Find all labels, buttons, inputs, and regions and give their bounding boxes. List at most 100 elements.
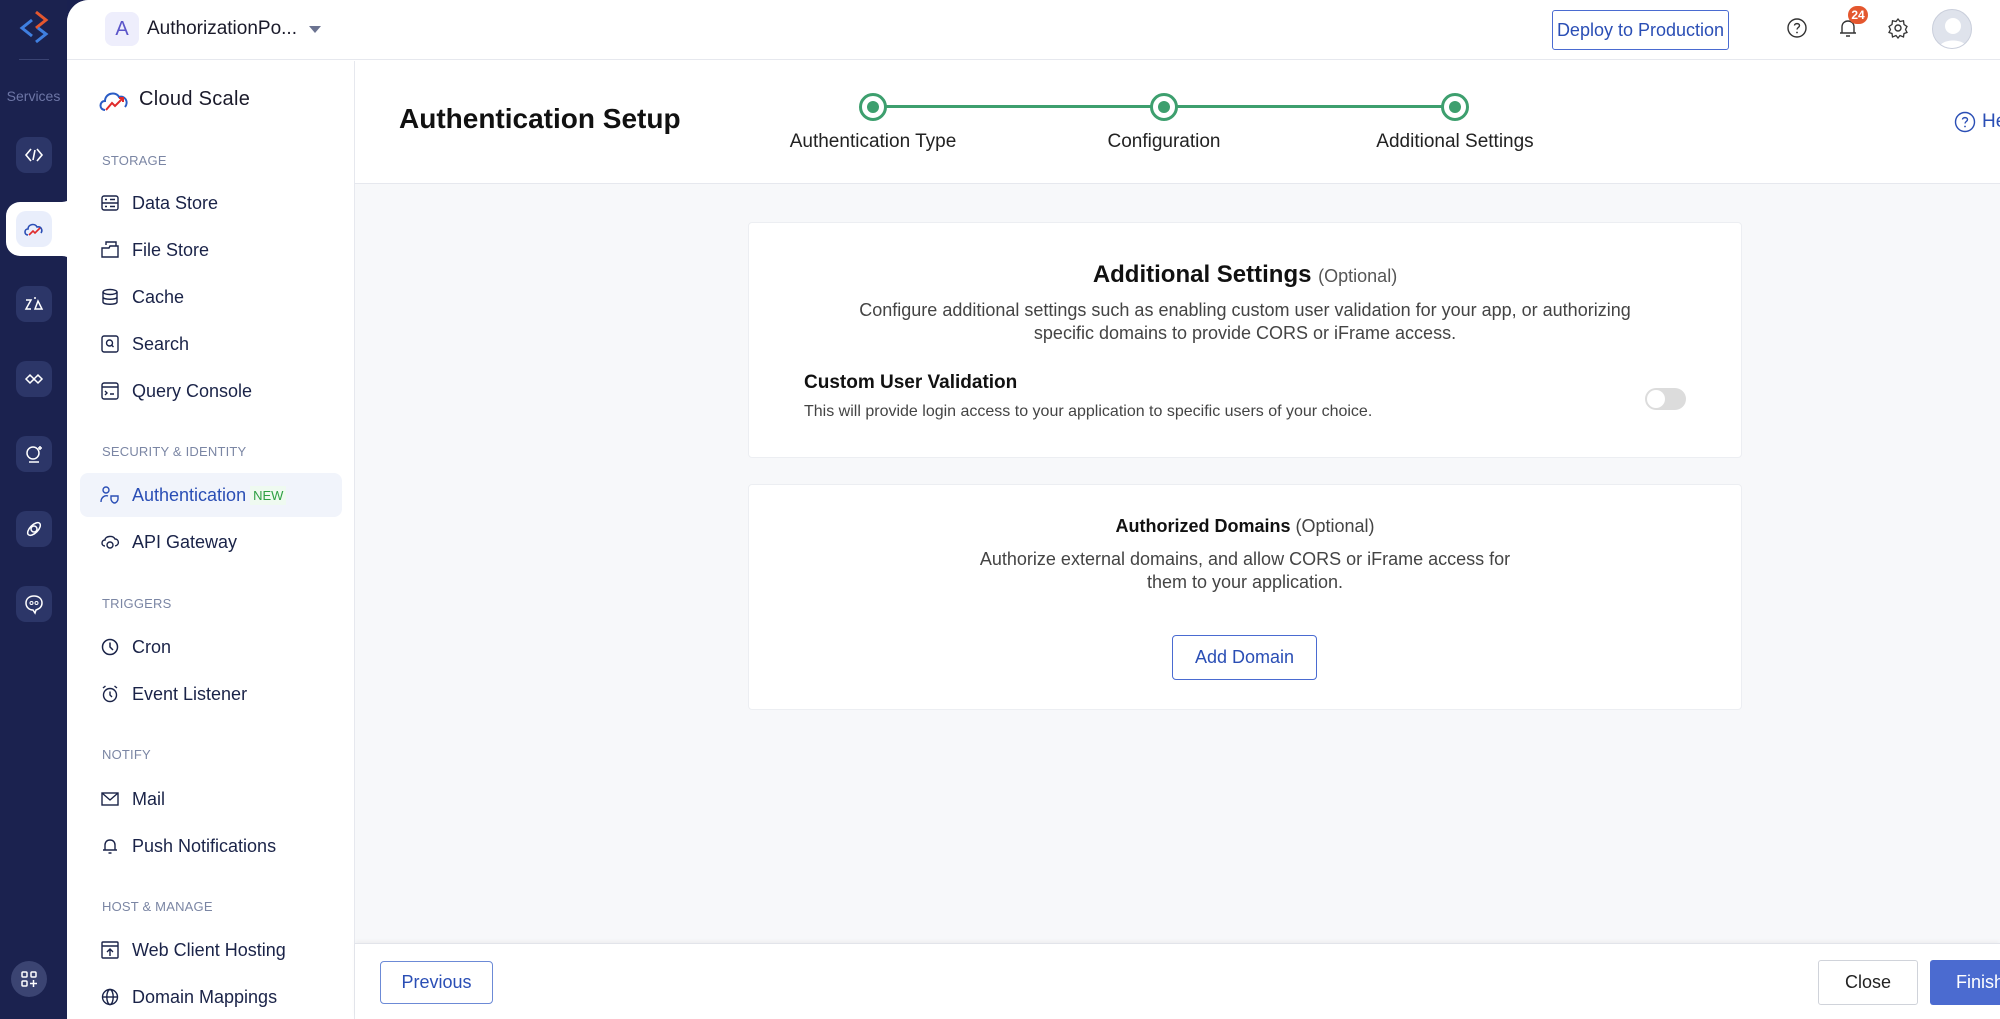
- help-button[interactable]: [1783, 14, 1811, 42]
- sidebar-item-cron[interactable]: Cron: [80, 625, 342, 669]
- description-line: specific domains to provide CORS or iFra…: [1033, 323, 1457, 343]
- sidebar-item-label: Web Client Hosting: [132, 939, 286, 960]
- settings-button[interactable]: [1884, 14, 1912, 42]
- rail-zia-button[interactable]: [16, 286, 52, 322]
- devops-icon: [26, 521, 42, 537]
- optional-tag: (Optional): [1295, 516, 1375, 536]
- new-badge: NEW: [250, 485, 287, 505]
- sidebar-item-label: Cache: [132, 286, 185, 307]
- apps-add-button[interactable]: [11, 961, 47, 997]
- step-connector: [1177, 105, 1442, 108]
- additional-settings-description: Configure additional settings such as en…: [749, 299, 1741, 345]
- help-label: Help: [1982, 111, 2000, 132]
- sidebar-item-label: Search: [132, 333, 190, 354]
- code-icon: [24, 148, 44, 162]
- mail-icon: [101, 792, 119, 806]
- search-icon: [101, 335, 119, 353]
- help-icon: [1787, 18, 1807, 38]
- page-header: Authentication Setup Authentication Type…: [355, 61, 2000, 184]
- custom-user-validation-toggle[interactable]: [1645, 388, 1686, 410]
- close-button[interactable]: Close: [1818, 960, 1918, 1005]
- sidebar: Cloud Scale STORAGE Data Store File Stor…: [67, 61, 355, 1019]
- authentication-icon: [100, 486, 119, 504]
- cloud-scale-icon: [24, 223, 43, 236]
- sidebar-item-query-console[interactable]: Query Console: [80, 369, 342, 413]
- project-avatar: A: [105, 12, 139, 46]
- sidebar-item-label: Event Listener: [132, 683, 248, 704]
- ai-assistant-icon: [26, 446, 42, 463]
- rail-chatbot-button[interactable]: [16, 586, 52, 622]
- sidebar-item-label: API Gateway: [132, 531, 238, 552]
- custom-user-validation-title: Custom User Validation: [804, 372, 1018, 393]
- rail-cloud-scale-button[interactable]: [16, 211, 52, 247]
- apps-add-icon: [21, 971, 37, 987]
- sidebar-item-authentication[interactable]: Authentication NEW: [80, 473, 342, 517]
- step-2-indicator[interactable]: [1150, 93, 1178, 121]
- main-content: Authentication Setup Authentication Type…: [355, 61, 2000, 1019]
- sidebar-item-domain-mappings[interactable]: Domain Mappings: [80, 975, 342, 1019]
- sidebar-item-label: Query Console: [132, 380, 253, 401]
- sidebar-item-push-notifications[interactable]: Push Notifications: [80, 824, 342, 868]
- custom-user-validation-description: This will provide login access to your a…: [804, 403, 1373, 420]
- sidebar-item-label: Push Notifications: [132, 835, 277, 856]
- query-console-icon: [101, 382, 119, 400]
- previous-button[interactable]: Previous: [380, 961, 493, 1004]
- page-title: Authentication Setup: [399, 103, 681, 134]
- sidebar-item-web-client-hosting[interactable]: Web Client Hosting: [80, 928, 342, 972]
- rail-code-button[interactable]: [16, 137, 52, 173]
- additional-settings-card: Additional Settings (Optional) Configure…: [748, 222, 1742, 458]
- card-title-text: Authorized Domains: [1115, 516, 1291, 536]
- web-hosting-icon: [101, 941, 119, 959]
- app-window: A AuthorizationPo... Deploy to Productio…: [67, 0, 2000, 1019]
- sidebar-item-mail[interactable]: Mail: [80, 777, 342, 821]
- section-host-manage: HOST & MANAGE: [102, 899, 213, 914]
- rail-integrations-button[interactable]: [16, 361, 52, 397]
- alarm-clock-icon: [102, 685, 118, 703]
- authorized-domains-description: Authorize external domains, and allow CO…: [749, 548, 1741, 594]
- sidebar-item-label: File Store: [132, 239, 210, 260]
- data-store-icon: [101, 195, 119, 211]
- finish-button[interactable]: Finish: [1930, 960, 2000, 1005]
- rail-devops-button[interactable]: [16, 511, 52, 547]
- add-domain-button[interactable]: Add Domain: [1172, 635, 1317, 680]
- sidebar-item-label: Mail: [132, 788, 166, 809]
- chatbot-icon: [25, 595, 43, 615]
- globe-icon: [101, 988, 119, 1006]
- clock-icon: [101, 638, 119, 656]
- user-avatar-icon: [1939, 18, 1967, 48]
- section-storage: STORAGE: [102, 153, 167, 168]
- help-link[interactable]: Help: [1954, 111, 2000, 133]
- sidebar-item-cache[interactable]: Cache: [80, 275, 342, 319]
- rail-services-label: Services: [6, 88, 61, 104]
- description-line: Configure additional settings such as en…: [859, 300, 1631, 320]
- chevron-down-icon: [308, 25, 321, 33]
- sidebar-item-search[interactable]: Search: [80, 322, 342, 366]
- step-1-indicator[interactable]: [859, 93, 887, 121]
- section-triggers: TRIGGERS: [102, 596, 172, 611]
- rail-divider: [19, 59, 49, 60]
- step-3-label: Additional Settings: [1376, 131, 1534, 152]
- step-3-indicator[interactable]: [1441, 93, 1469, 121]
- rail-ai-button[interactable]: [16, 436, 52, 472]
- wizard-footer: Previous Close Finish: [355, 943, 2000, 1019]
- project-name: AuthorizationPo...: [147, 18, 297, 39]
- catalyst-logo-icon: [19, 10, 49, 44]
- integrations-icon: [24, 373, 44, 385]
- sidebar-item-event-listener[interactable]: Event Listener: [80, 672, 342, 716]
- authorized-domains-title: Authorized Domains (Optional): [749, 516, 1741, 537]
- sidebar-item-file-store[interactable]: File Store: [80, 228, 342, 272]
- notifications-button[interactable]: 24: [1834, 6, 1868, 42]
- project-selector[interactable]: A AuthorizationPo...: [105, 12, 321, 46]
- deploy-to-production-button[interactable]: Deploy to Production: [1552, 10, 1729, 50]
- sidebar-item-data-store[interactable]: Data Store: [80, 181, 342, 225]
- gear-icon: [1888, 17, 1908, 39]
- additional-settings-title: Additional Settings (Optional): [749, 261, 1741, 289]
- api-gateway-icon: [101, 535, 120, 549]
- step-1-label: Authentication Type: [789, 131, 957, 152]
- description-line: Authorize external domains, and allow CO…: [979, 549, 1511, 569]
- description-line: them to your application.: [1146, 572, 1344, 592]
- sidebar-item-api-gateway[interactable]: API Gateway: [80, 520, 342, 564]
- sidebar-item-label: Authentication: [132, 484, 247, 505]
- avatar[interactable]: [1932, 9, 1972, 49]
- optional-tag: (Optional): [1318, 266, 1398, 286]
